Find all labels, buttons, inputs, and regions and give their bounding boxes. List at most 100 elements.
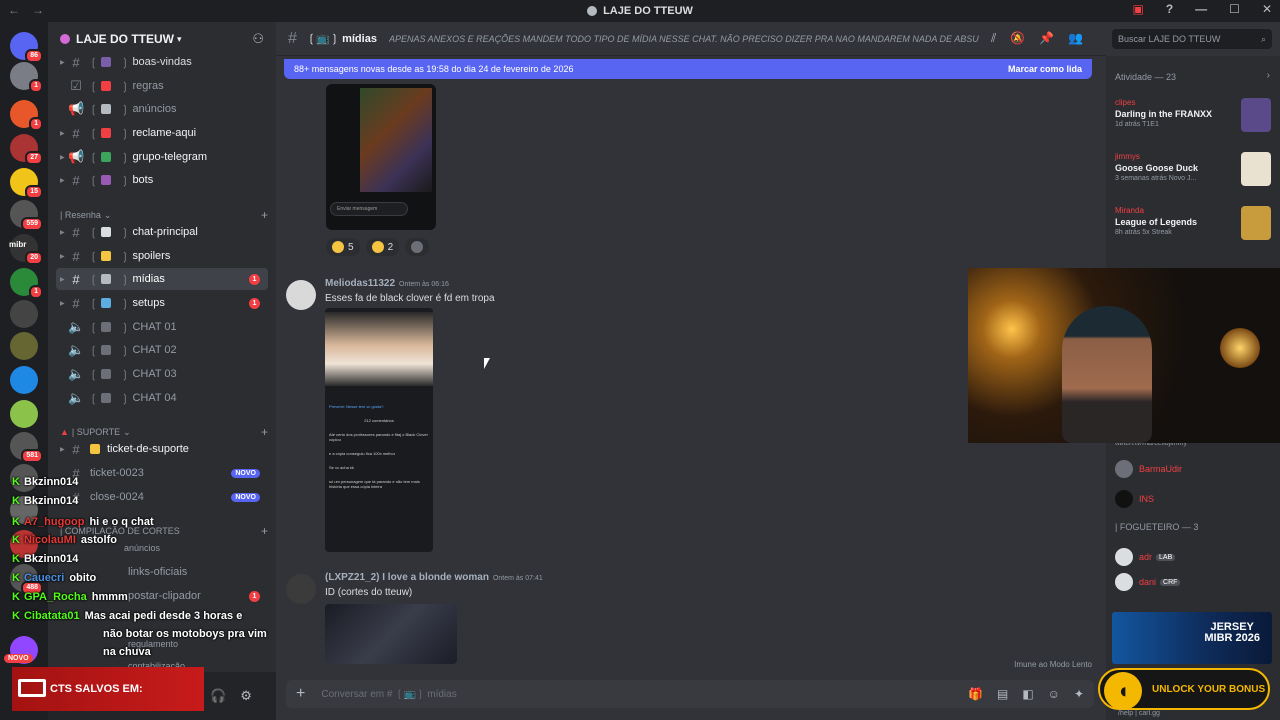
attach-plus-icon[interactable]: + (296, 685, 305, 703)
new-badge: NOVO (231, 492, 260, 502)
category-suporte[interactable]: ▲ | SUPORTE ⌄ + (60, 425, 268, 439)
reaction-laugh[interactable]: 5 (326, 238, 360, 256)
voice-chat-02[interactable]: 🔈 ❲ ❳ CHAT 02 (56, 339, 268, 361)
section-fogueteiro: | FOGUETEIRO — 3 (1115, 522, 1199, 532)
server-icon[interactable]: 581 (10, 432, 43, 463)
gif-icon[interactable]: ▤ (997, 687, 1008, 701)
server-icon[interactable]: 15 (10, 168, 43, 199)
members-icon[interactable]: 👥 (1068, 31, 1083, 46)
message-author[interactable]: (LXPZ21_2) I love a blonde woman Ontem às… (325, 572, 543, 583)
member-row[interactable]: BarmaUdir (1115, 460, 1182, 478)
add-channel-icon[interactable]: + (261, 524, 268, 538)
maximize-icon[interactable]: ☐ (1229, 2, 1240, 16)
avatar[interactable] (286, 574, 316, 604)
server-icon[interactable] (10, 400, 38, 428)
channel-spoilers[interactable]: ▶ # ❲ ❳ spoilers (56, 245, 268, 267)
mouse-cursor-icon (484, 358, 490, 369)
add-channel-icon[interactable]: + (261, 208, 268, 222)
reaction-rofl[interactable]: 2 (365, 238, 400, 256)
add-channel-icon[interactable]: + (261, 425, 268, 439)
stream-banner: CTS SALVOS EM: (12, 667, 204, 711)
channel-boas-vindas[interactable]: ▶ # ❲ ❳ boas-vindas (56, 51, 268, 73)
member-row[interactable]: INS (1115, 490, 1154, 508)
chat-username: GPA_Rocha (23, 591, 87, 603)
help-icon[interactable]: ? (1166, 2, 1173, 16)
channel-midias[interactable]: ▶ # ❲ ❳ mídias 1 (56, 268, 268, 290)
member-row[interactable]: dani CRF (1115, 573, 1181, 591)
channel-anuncios[interactable]: 📢 ❲ ❳ anúncios (56, 98, 268, 120)
channel-chat-principal[interactable]: ▶ # ❲ ❳ chat-principal (56, 221, 268, 243)
voice-chat-01[interactable]: 🔈 ❲ ❳ CHAT 01 (56, 316, 268, 338)
hash-icon: # (288, 29, 297, 47)
back-arrow-icon[interactable]: ← (8, 3, 20, 17)
voice-chat-04[interactable]: 🔈 ❲ ❳ CHAT 04 (56, 387, 268, 409)
threads-icon[interactable]: ⫽ (991, 31, 996, 46)
add-reaction-button[interactable] (405, 238, 430, 256)
unlock-bonus-banner[interactable]: ◖ UNLOCK YOUR BONUS (1098, 668, 1270, 710)
server-icon[interactable]: 559 (10, 200, 43, 231)
user-controls: 🎧 ⚙ (210, 688, 252, 704)
unread-badge: 1 (249, 297, 260, 309)
guild-name: LAJE DO TTEUW (76, 32, 174, 46)
category-resenha[interactable]: | Resenha ⌄ + (60, 208, 268, 222)
channel-grupo-telegram[interactable]: ▶ 📢 ❲ ❳ grupo-telegram (56, 146, 268, 168)
headphones-icon[interactable]: 🎧 (210, 688, 226, 704)
channel-label: mídias (132, 273, 165, 285)
channel-ticket-0024[interactable]: # close-0024 NOVO (56, 486, 268, 508)
chat-username: Cibatata01 (23, 610, 80, 622)
sticker-icon[interactable]: ◧ (1022, 687, 1033, 701)
message-author[interactable]: Meliodas11322 Ontem às 06:16 (325, 278, 449, 289)
avatar[interactable] (286, 280, 316, 310)
voice-chat-03[interactable]: 🔈 ❲ ❳ CHAT 03 (56, 363, 268, 385)
phone-screenshot-attachment[interactable]: Prevenir: Nesse tem vc gosta? 212 coment… (325, 308, 433, 552)
chat-message: Mas acai pedi desde 3 horas e (84, 610, 243, 622)
pin-icon[interactable]: 📌 (1039, 31, 1054, 46)
video-clip-attachment[interactable] (325, 604, 457, 664)
comment: Se vc acha kk (329, 465, 354, 470)
channel-ticket-0023[interactable]: # ticket-0023 NOVO (56, 462, 268, 484)
add-user-icon[interactable]: ⚇ (252, 31, 264, 47)
channel-label: reclame-aqui (132, 127, 197, 139)
new-messages-bar[interactable]: 88+ mensagens novas desde as 19:58 do di… (284, 59, 1092, 79)
image-attachment[interactable]: Enviar mensagem (326, 84, 436, 230)
activity-thumbnail (1241, 98, 1271, 132)
settings-gear-icon[interactable]: ⚙ (240, 688, 252, 704)
speaker-icon: 🔈 (68, 390, 85, 405)
chat-username: Bkzinn014 (23, 495, 79, 507)
search-area: Buscar LAJE DO TTEUW ⌕ (1106, 22, 1280, 56)
channel-setups[interactable]: ▶ # ❲ ❳ setups 1 (56, 292, 268, 314)
server-icon[interactable]: 1 (10, 268, 43, 299)
activity-item[interactable]: jimmys Goose Goose Duck 3 semanas atrás … (1115, 152, 1275, 196)
server-icon[interactable]: 1 (10, 62, 43, 93)
forward-arrow-icon[interactable]: → (32, 3, 44, 17)
overlay-chat-line: K Bkzinn014 (12, 553, 78, 565)
server-icon[interactable] (10, 300, 38, 328)
channel-ticket-de-suporte[interactable]: ▶ # ticket-de-suporte (56, 438, 268, 460)
server-icon[interactable]: 27 (10, 134, 43, 165)
activity-item[interactable]: clipes Darling in the FRANXX 1d atrás T1… (1115, 98, 1275, 142)
chevron-right-icon[interactable]: › (1267, 70, 1270, 81)
jersey-ad[interactable]: JERSEY MIBR 2026 (1112, 612, 1272, 664)
server-icon[interactable]: 86 (10, 32, 43, 63)
inbox-alert-icon[interactable]: ▣ (1132, 2, 1143, 16)
channel-topic[interactable]: APENAS ANEXOS E REAÇÕES MANDEM TODO TIPO… (389, 34, 979, 44)
server-icon[interactable] (10, 366, 38, 394)
apps-icon[interactable]: ✦ (1074, 687, 1084, 701)
message-composer[interactable]: + Conversar em # ❲📺❳ mídias 🎁 ▤ ◧ ☺ ✦ (286, 680, 1094, 708)
emoji-icon[interactable]: ☺ (1048, 687, 1060, 701)
channel-label: anúncios (124, 543, 161, 553)
mute-bell-icon[interactable]: 🔕 (1010, 31, 1025, 46)
close-icon[interactable]: ✕ (1262, 2, 1272, 16)
minimize-icon[interactable]: — (1195, 2, 1207, 16)
member-row[interactable]: adr LAB (1115, 548, 1176, 566)
gift-icon[interactable]: 🎁 (968, 687, 983, 701)
server-icon[interactable] (10, 332, 38, 360)
activity-item[interactable]: Miranda League of Legends 8h atrás 5x St… (1115, 206, 1275, 250)
channel-label: links-oficiais (128, 566, 188, 578)
mark-as-read-button[interactable]: Marcar como lida (1008, 64, 1082, 74)
channel-reclame-aqui[interactable]: ▶ # ❲ ❳ reclame-aqui (56, 122, 268, 144)
channel-bots[interactable]: ▶ # ❲ ❳ bots (56, 169, 268, 191)
server-icon[interactable]: 1 (10, 100, 43, 131)
channel-regras[interactable]: ☑ ❲ ❳ regras (56, 75, 268, 97)
search-input[interactable]: Buscar LAJE DO TTEUW ⌕ (1112, 29, 1272, 49)
